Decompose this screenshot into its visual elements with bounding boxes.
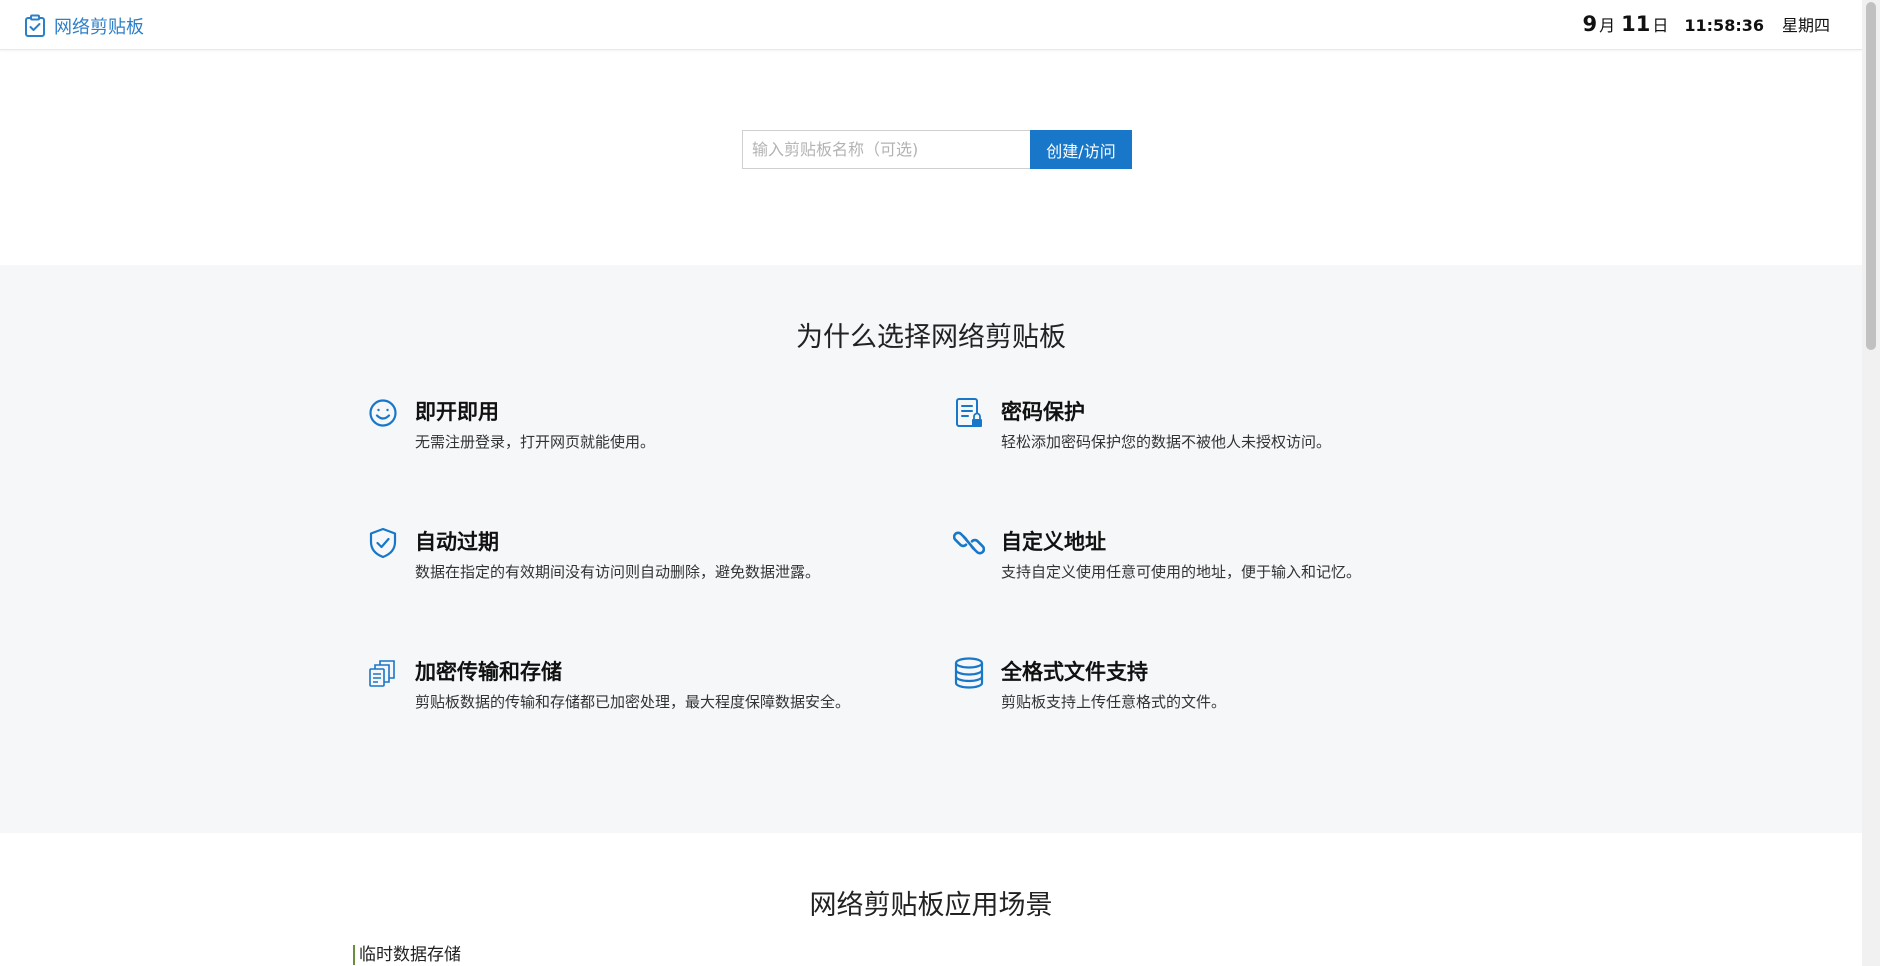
brand-name: 网络剪贴板 (54, 17, 144, 38)
feature-title: 即开即用 (415, 400, 499, 424)
feature-instant-use: 即开即用 无需注册登录，打开网页就能使用。 (367, 396, 887, 466)
features-title: 为什么选择网络剪贴板 (796, 322, 1066, 353)
feature-title: 自动过期 (415, 530, 499, 554)
feature-title: 加密传输和存储 (415, 660, 562, 684)
feature-title: 自定义地址 (1001, 530, 1106, 554)
copy-files-icon (367, 656, 399, 690)
page: 网络剪贴板 9 月 11 日 11:58:36 星期四 创建/访问 为什么选择网… (0, 0, 1862, 966)
clipboard-search-form: 创建/访问 (742, 130, 1132, 169)
feature-custom-address: 自定义地址 支持自定义使用任意可使用的地址，便于输入和记忆。 (952, 526, 1473, 596)
scenario-item: 临时数据存储 (353, 945, 461, 965)
password-lock-icon (953, 396, 985, 430)
date-time-display: 9 月 11 日 11:58:36 星期四 (1583, 12, 1831, 40)
database-icon (953, 656, 985, 690)
features-section: 为什么选择网络剪贴板 即开即用 无需注册登录，打开网页就能使用。 密码保护 轻松… (0, 265, 1862, 833)
weekday: 星期四 (1781, 16, 1830, 35)
month-unit: 月 (1599, 16, 1616, 35)
shield-check-icon (367, 526, 399, 560)
smile-icon (367, 396, 399, 430)
feature-title: 全格式文件支持 (1001, 660, 1148, 684)
link-icon (952, 526, 986, 560)
feature-password-protect: 密码保护 轻松添加密码保护您的数据不被他人未授权访问。 (953, 396, 1473, 466)
brand-link[interactable]: 网络剪贴板 (24, 13, 144, 39)
month-number: 9 (1582, 12, 1598, 36)
feature-desc: 数据在指定的有效期间没有访问则自动删除，避免数据泄露。 (415, 563, 821, 581)
feature-desc: 支持自定义使用任意可使用的地址，便于输入和记忆。 (1001, 563, 1362, 581)
top-header: 网络剪贴板 9 月 11 日 11:58:36 星期四 (0, 0, 1862, 50)
feature-desc: 无需注册登录，打开网页就能使用。 (415, 433, 656, 451)
page-scrollbar[interactable] (1862, 0, 1880, 966)
feature-encrypted-storage: 加密传输和存储 剪贴板数据的传输和存储都已加密处理，最大程度保障数据安全。 (367, 656, 887, 726)
scrollbar-thumb[interactable] (1866, 2, 1876, 350)
feature-desc: 剪贴板支持上传任意格式的文件。 (1001, 693, 1227, 711)
feature-title: 密码保护 (1001, 400, 1085, 424)
feature-all-formats: 全格式文件支持 剪贴板支持上传任意格式的文件。 (953, 656, 1473, 726)
create-visit-button[interactable]: 创建/访问 (1030, 130, 1132, 169)
feature-desc: 剪贴板数据的传输和存储都已加密处理，最大程度保障数据安全。 (415, 693, 851, 711)
clock-time: 11:58:36 (1684, 16, 1764, 35)
day-unit: 日 (1652, 16, 1669, 35)
day-number: 11 (1621, 12, 1651, 36)
feature-auto-expire: 自动过期 数据在指定的有效期间没有访问则自动删除，避免数据泄露。 (367, 526, 887, 596)
feature-desc: 轻松添加密码保护您的数据不被他人未授权访问。 (1001, 433, 1332, 451)
clipboard-check-icon (25, 14, 45, 37)
clipboard-name-input[interactable] (742, 130, 1030, 169)
scenarios-title: 网络剪贴板应用场景 (809, 890, 1053, 921)
